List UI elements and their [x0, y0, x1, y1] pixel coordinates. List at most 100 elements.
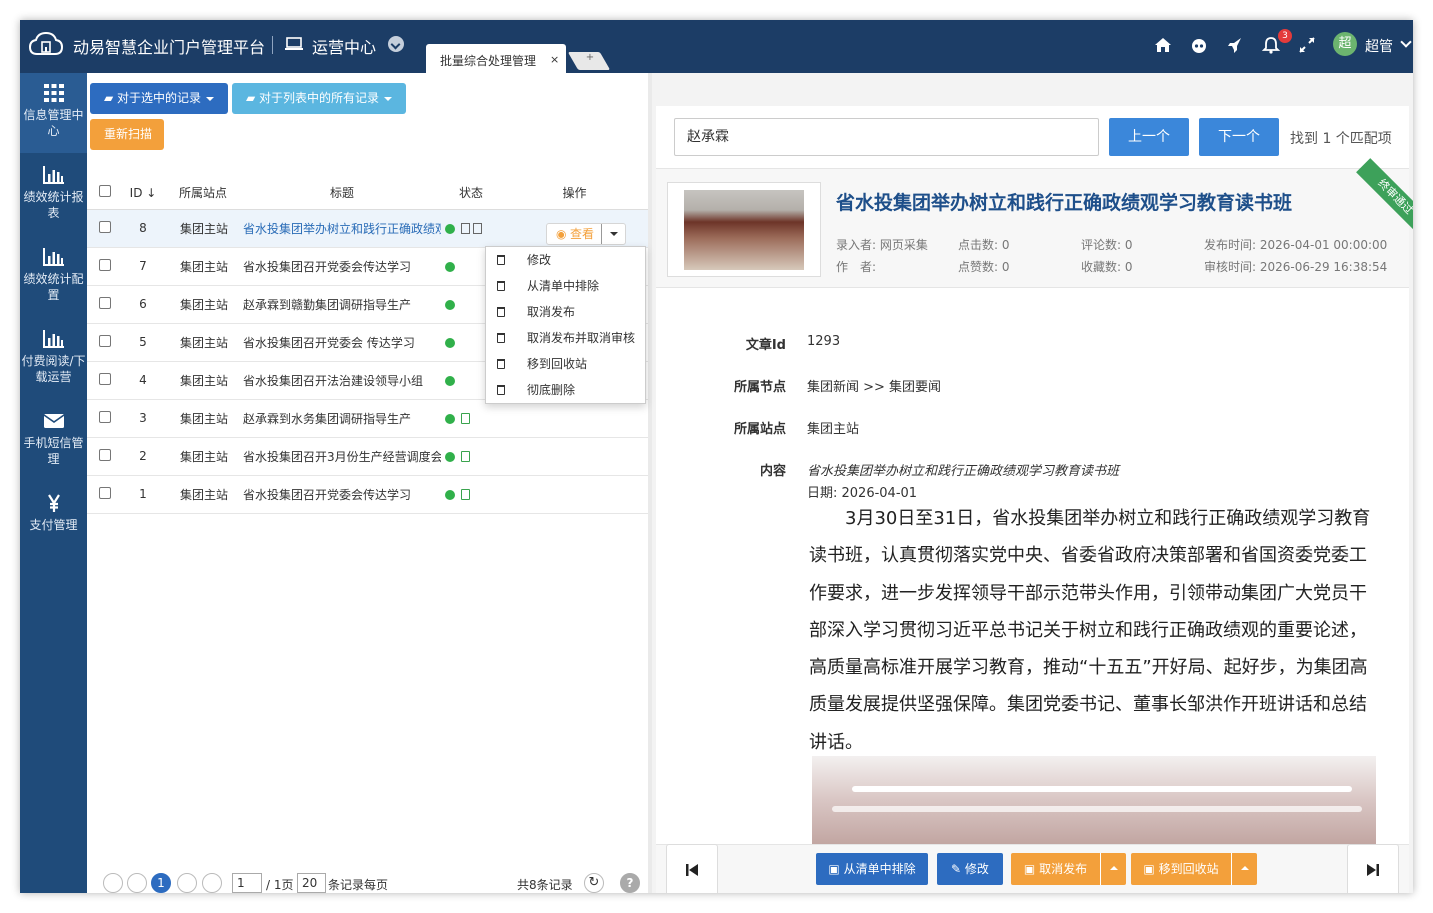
- tab-close-icon[interactable]: ×: [550, 53, 559, 66]
- row-title-link[interactable]: 赵承霖到赣勤集团调研指导生产: [243, 298, 411, 312]
- row-site: 集团主站: [163, 437, 243, 476]
- app-window: 动易智慧企业门户管理平台 运营中心 批量综合处理管理 × + 3 超 超管 信息…: [20, 20, 1413, 893]
- trash-icon: [497, 333, 505, 343]
- first-record-button[interactable]: [666, 844, 718, 893]
- row-title-cell: 省水投集团召开党委会传达学习: [243, 475, 441, 514]
- sidebar-item-paid-reading[interactable]: 付费阅读/下载运营: [20, 329, 87, 407]
- page-1-button[interactable]: 1: [151, 873, 171, 893]
- menu-item-recycle[interactable]: 移到回收站: [486, 351, 645, 377]
- pager: 1 1 / 1页 20 条记录每页 共8条记录 ↻ ?: [87, 873, 648, 893]
- caret-up-icon[interactable]: [1100, 853, 1126, 885]
- menu-item-unpublish-unaudit[interactable]: 取消发布并取消审核: [486, 325, 645, 351]
- table-row[interactable]: 1 集团主站 省水投集团召开党委会传达学习: [87, 475, 648, 514]
- check-circle-icon: [445, 223, 455, 234]
- trash-icon: [497, 281, 505, 291]
- action-menu-toggle[interactable]: [601, 224, 625, 244]
- row-checkbox[interactable]: [99, 334, 111, 347]
- row-title-cell: 赵承霖到水务集团调研指导生产: [243, 399, 441, 438]
- sidebar-item-performance-config[interactable]: 绩效统计配置: [20, 247, 87, 325]
- search-input[interactable]: 赵承霖: [674, 118, 1099, 156]
- menu-item-label: 取消发布: [527, 305, 576, 319]
- rocket-icon[interactable]: [1225, 35, 1245, 55]
- row-title-link[interactable]: 省水投集团召开党委会传达学习: [243, 488, 411, 502]
- total-records: 共8条记录: [517, 878, 573, 892]
- home-icon[interactable]: [1153, 35, 1173, 55]
- sidebar-item-label: 支付管理: [29, 518, 78, 532]
- row-checkbox[interactable]: [99, 372, 111, 385]
- page-size-input[interactable]: 20: [297, 873, 326, 893]
- row-checkbox[interactable]: [99, 448, 111, 461]
- button-label: 取消发布: [1039, 862, 1088, 876]
- unpublish-button[interactable]: ▣ 取消发布: [1011, 853, 1126, 885]
- center-switch-chevron-icon[interactable]: [388, 36, 404, 52]
- fullscreen-icon[interactable]: [1297, 35, 1317, 55]
- plus-icon[interactable]: +: [580, 52, 600, 63]
- row-status: [441, 475, 501, 514]
- tab-batch-process[interactable]: 批量综合处理管理 ×: [426, 44, 566, 73]
- menu-item-exclude[interactable]: 从清单中排除: [486, 273, 645, 299]
- last-record-button[interactable]: [1347, 844, 1399, 893]
- check-circle-icon: [445, 489, 455, 500]
- chevron-down-icon[interactable]: [1400, 36, 1412, 48]
- rescan-button[interactable]: 重新扫描: [90, 119, 164, 150]
- table-row[interactable]: 3 集团主站 赵承霖到水务集团调研指导生产: [87, 399, 648, 438]
- exclude-button[interactable]: ▣ 从清单中排除: [816, 853, 928, 885]
- sidebar-item-performance-report[interactable]: 绩效统计报表: [20, 165, 87, 243]
- selected-records-menu-button[interactable]: ▰ 对于选中的记录: [90, 83, 228, 114]
- row-checkbox[interactable]: [99, 410, 111, 423]
- menu-item-label: 从清单中排除: [527, 279, 600, 293]
- row-title-link[interactable]: 省水投集团召开3月份生产经营调度会: [243, 450, 441, 464]
- caret-up-icon[interactable]: [1231, 853, 1257, 885]
- row-title-link[interactable]: 省水投集团召开党委会传达学习: [243, 260, 411, 274]
- edit-button[interactable]: ✎ 修改: [937, 853, 1003, 885]
- cloud-logo-icon: [28, 31, 64, 55]
- row-checkbox[interactable]: [99, 258, 111, 271]
- tab-label: 批量综合处理管理: [440, 54, 537, 68]
- last-page-icon[interactable]: [202, 873, 222, 893]
- menu-item-edit[interactable]: 修改: [486, 247, 645, 273]
- table-row[interactable]: 2 集团主站 省水投集团召开3月份生产经营调度会: [87, 437, 648, 476]
- row-checkbox[interactable]: [99, 220, 111, 233]
- help-icon[interactable]: ?: [620, 873, 640, 893]
- menu-item-unpublish[interactable]: 取消发布: [486, 299, 645, 325]
- row-title-cell: 省水投集团召开3月份生产经营调度会: [243, 437, 441, 476]
- select-all-checkbox[interactable]: [99, 185, 111, 198]
- sidebar-item-label: 付费阅读/下载运营: [21, 354, 86, 384]
- view-split-button[interactable]: ◉ 查看: [546, 223, 626, 245]
- button-label: 修改: [964, 862, 989, 876]
- row-title-link[interactable]: 省水投集团召开法治建设领导小组: [243, 374, 423, 388]
- sidebar-item-payment[interactable]: 支付管理: [20, 493, 87, 553]
- next-match-button[interactable]: 下一个: [1199, 118, 1279, 156]
- sidebar-item-info-center[interactable]: 信息管理中心: [20, 73, 87, 153]
- id-header[interactable]: ID ↓: [123, 177, 163, 210]
- sidebar-item-sms[interactable]: 手机短信管理: [20, 411, 87, 489]
- avatar[interactable]: 超: [1333, 32, 1357, 56]
- row-id: 4: [123, 361, 163, 400]
- prev-page-icon[interactable]: [127, 873, 147, 893]
- row-id: 1: [123, 475, 163, 514]
- user-name[interactable]: 超管: [1365, 36, 1393, 56]
- eye-icon: ◉: [556, 227, 567, 241]
- page-number-input[interactable]: 1: [232, 873, 262, 893]
- header-label: ID: [129, 185, 143, 200]
- row-id: 7: [123, 247, 163, 286]
- stack-icon: ▰: [246, 91, 260, 105]
- row-id: 3: [123, 399, 163, 438]
- robot-icon[interactable]: [1189, 35, 1209, 55]
- sidebar-item-label: 手机短信管理: [23, 436, 84, 466]
- refresh-icon[interactable]: ↻: [584, 873, 604, 893]
- prev-match-button[interactable]: 上一个: [1109, 118, 1189, 156]
- next-page-icon[interactable]: [177, 873, 197, 893]
- center-title[interactable]: 运营中心: [312, 34, 376, 58]
- field-label-site: 所属站点: [733, 422, 786, 437]
- all-records-menu-button[interactable]: ▰ 对于列表中的所有记录: [232, 83, 406, 114]
- stack-icon: ▰: [104, 91, 118, 105]
- row-checkbox[interactable]: [99, 296, 111, 309]
- menu-item-delete[interactable]: 彻底删除: [486, 377, 645, 403]
- row-checkbox[interactable]: [99, 486, 111, 499]
- row-title-link[interactable]: 赵承霖到水务集团调研指导生产: [243, 412, 411, 426]
- row-title-link[interactable]: 省水投集团召开党委会 传达学习: [243, 336, 415, 350]
- recycle-button[interactable]: ▣ 移到回收站: [1131, 853, 1257, 885]
- first-page-icon[interactable]: [103, 873, 123, 893]
- row-title-link[interactable]: 省水投集团举办树立和践行正确政绩观学习教育读书班: [243, 222, 441, 236]
